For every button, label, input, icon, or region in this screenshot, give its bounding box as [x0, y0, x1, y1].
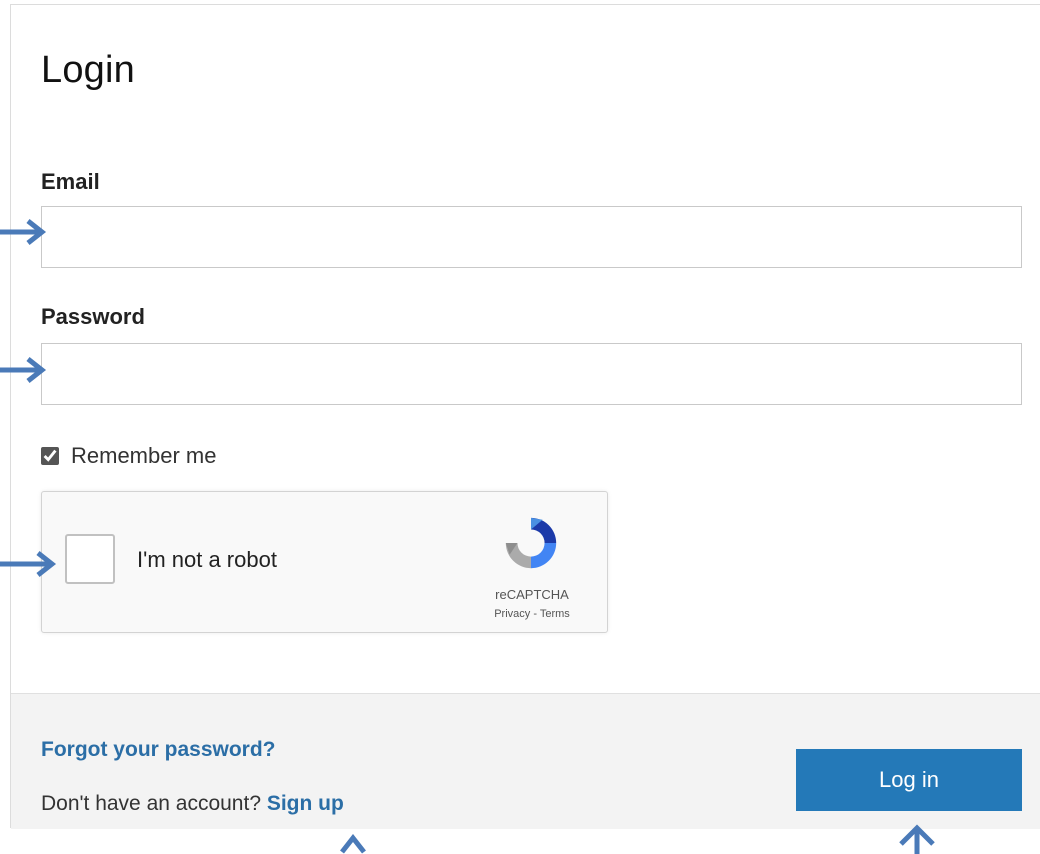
- arrow-up-icon: [899, 824, 935, 854]
- recaptcha-widget: I'm not a robot reCAPTCHA Privacy - Term…: [41, 491, 608, 633]
- arrow-right-icon: [0, 551, 57, 577]
- email-label: Email: [41, 169, 100, 194]
- password-label: Password: [41, 304, 145, 329]
- recaptcha-brand: reCAPTCHA: [495, 587, 569, 602]
- recaptcha-privacy-terms-links[interactable]: Privacy - Terms: [482, 608, 582, 620]
- signup-prompt: Don't have an account? Sign up: [41, 792, 344, 816]
- log-in-button[interactable]: Log in: [796, 749, 1022, 811]
- remember-me[interactable]: Remember me: [41, 443, 216, 469]
- password-input[interactable]: [41, 343, 1022, 405]
- login-footer: Forgot your password? Don't have an acco…: [11, 693, 1040, 829]
- arrow-up-icon: [340, 834, 366, 854]
- recaptcha-checkbox[interactable]: [65, 534, 115, 584]
- remember-me-label: Remember me: [71, 443, 217, 468]
- arrow-right-icon: [0, 219, 47, 245]
- forgot-password-link[interactable]: Forgot your password?: [41, 738, 276, 762]
- login-card: Login Email Password Remember me I'm not…: [10, 4, 1040, 829]
- page-title: Login: [41, 49, 135, 91]
- sign-up-link[interactable]: Sign up: [267, 792, 344, 815]
- recaptcha-logo-icon: [505, 517, 557, 569]
- recaptcha-label: I'm not a robot: [137, 547, 277, 572]
- email-input[interactable]: [41, 206, 1022, 268]
- arrow-right-icon: [0, 357, 47, 383]
- no-account-text: Don't have an account?: [41, 792, 267, 815]
- remember-me-checkbox[interactable]: [41, 447, 59, 465]
